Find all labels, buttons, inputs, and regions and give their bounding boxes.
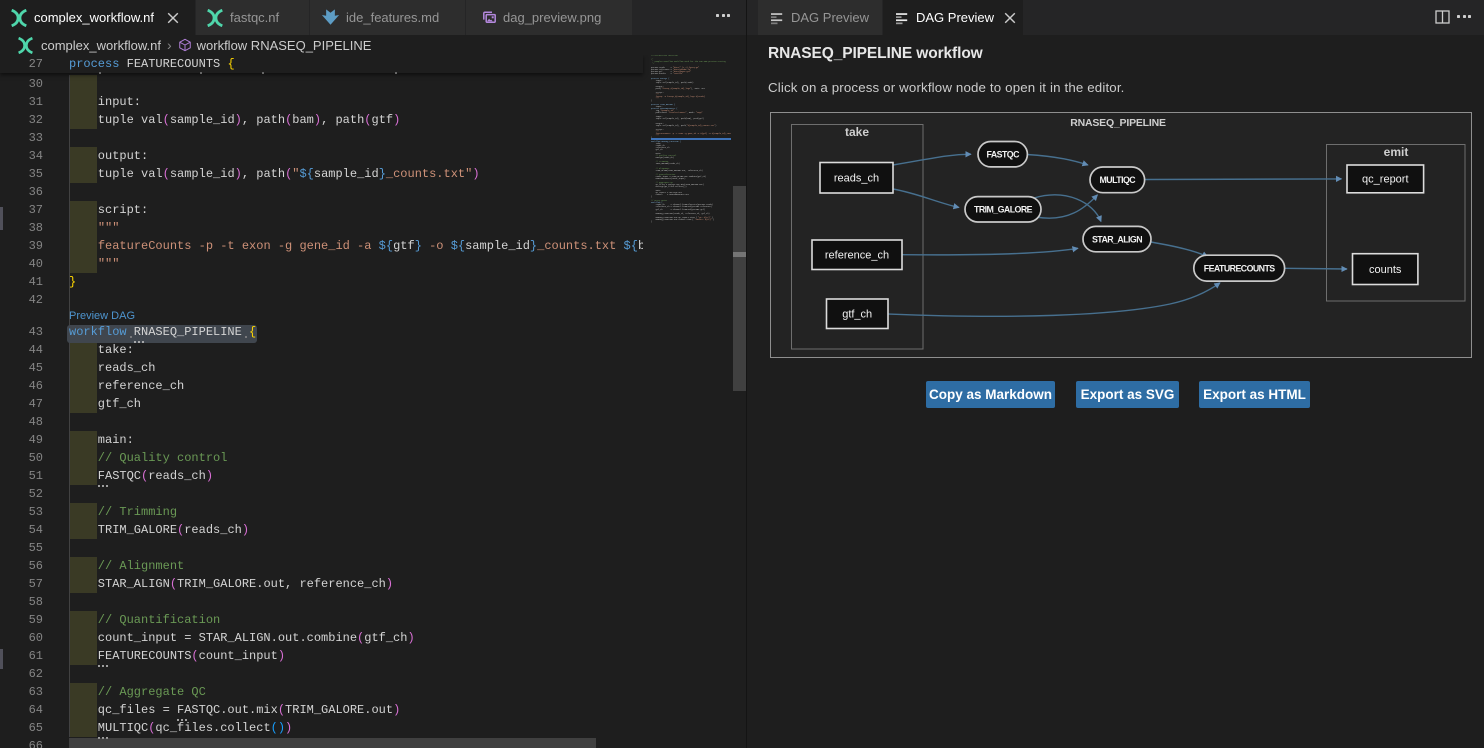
svg-text:TRIM_GALORE: TRIM_GALORE xyxy=(974,205,1033,215)
svg-text:RNASEQ_PIPELINE: RNASEQ_PIPELINE xyxy=(1070,117,1166,129)
svg-text:reference_ch: reference_ch xyxy=(825,250,889,262)
svg-text:reads_ch: reads_ch xyxy=(834,173,879,185)
svg-text:STAR_ALIGN: STAR_ALIGN xyxy=(1092,235,1142,245)
svg-text:counts: counts xyxy=(1369,264,1402,276)
svg-text:FASTQC: FASTQC xyxy=(987,150,1021,160)
svg-text:FEATURECOUNTS: FEATURECOUNTS xyxy=(1204,264,1276,274)
svg-text:qc_report: qc_report xyxy=(1362,174,1408,186)
svg-text:take: take xyxy=(845,125,869,139)
svg-text:emit: emit xyxy=(1384,145,1409,159)
svg-text:MULTIQC: MULTIQC xyxy=(1100,175,1137,185)
svg-text:gtf_ch: gtf_ch xyxy=(842,309,872,321)
